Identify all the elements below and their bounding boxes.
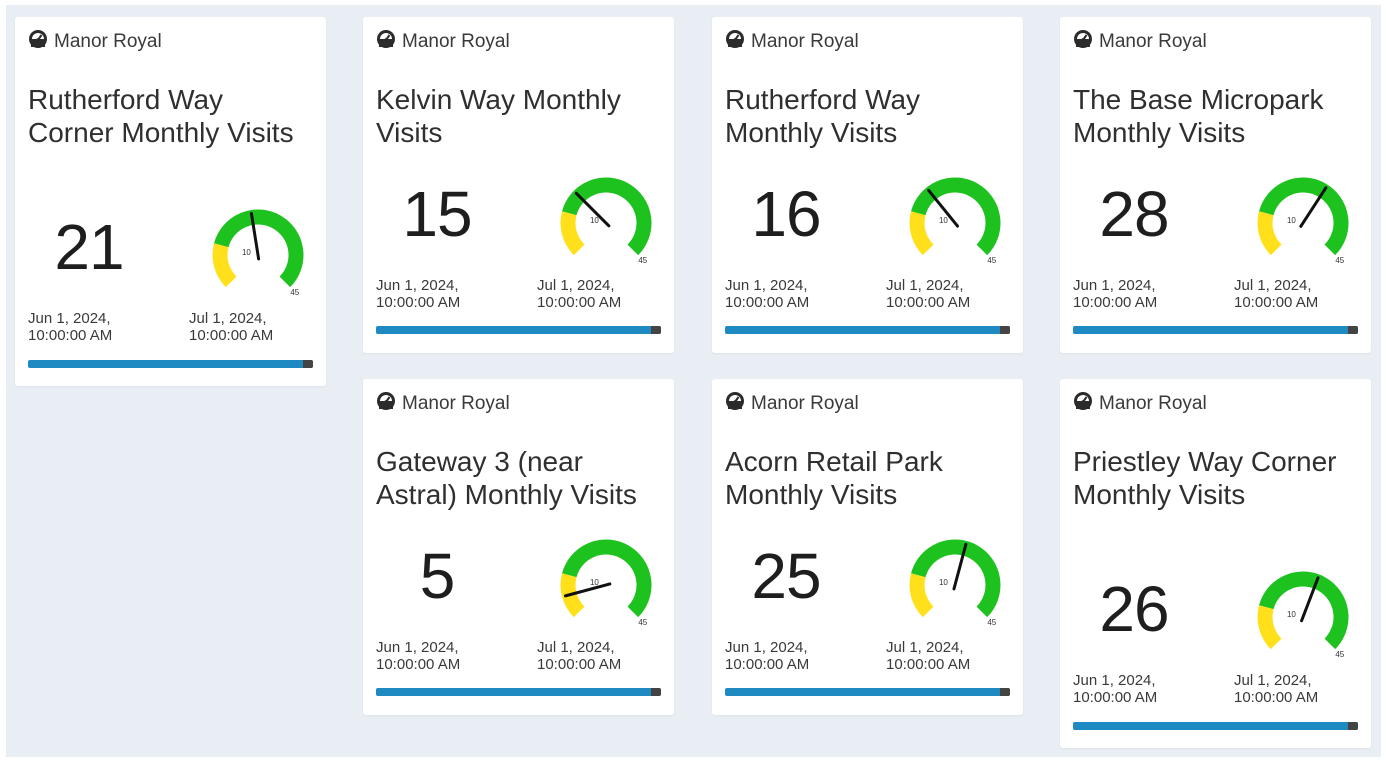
dashboard-canvas: Manor Royal Rutherford Way Corner Monthl… bbox=[6, 5, 1381, 757]
timeline-bar bbox=[725, 688, 1010, 696]
gauge-low-label: 10 bbox=[1287, 216, 1296, 225]
gauge-yellow-band bbox=[909, 211, 934, 256]
date-end: Jul 1, 2024, 10:00:00 AM bbox=[886, 277, 971, 311]
date-end: Jul 1, 2024, 10:00:00 AM bbox=[1234, 277, 1319, 311]
card-header: Manor Royal bbox=[28, 30, 162, 54]
card-title: Priestley Way Corner Monthly Visits bbox=[1073, 446, 1337, 510]
metric-value: 21 bbox=[54, 211, 124, 283]
gauge: 10 45 bbox=[528, 517, 678, 637]
site-label: Manor Royal bbox=[751, 393, 859, 414]
site-label: Manor Royal bbox=[1099, 393, 1207, 414]
timeline-bar bbox=[376, 688, 661, 696]
date-start: Jun 1, 2024, 10:00:00 AM bbox=[1073, 277, 1158, 311]
date-end: Jul 1, 2024, 10:00:00 AM bbox=[886, 639, 971, 673]
speedometer-icon bbox=[376, 391, 396, 417]
metric-value: 15 bbox=[402, 178, 472, 250]
gauge-max-label: 45 bbox=[638, 618, 647, 627]
card-header: Manor Royal bbox=[376, 30, 510, 54]
card-header: Manor Royal bbox=[376, 392, 510, 416]
gauge: 10 45 bbox=[877, 517, 1027, 637]
metric-card[interactable]: Manor Royal Kelvin Way Monthly Visits 15… bbox=[363, 17, 674, 353]
gauge-low-label: 10 bbox=[1287, 610, 1296, 619]
date-start: Jun 1, 2024, 10:00:00 AM bbox=[376, 639, 461, 673]
timeline-bar bbox=[1073, 722, 1358, 730]
card-title: Rutherford Way Corner Monthly Visits bbox=[28, 84, 294, 148]
speedometer-icon bbox=[28, 29, 48, 55]
gauge: 10 45 bbox=[877, 155, 1027, 275]
timeline-bar bbox=[376, 326, 661, 334]
date-end: Jul 1, 2024, 10:00:00 AM bbox=[1234, 672, 1319, 706]
date-start: Jun 1, 2024, 10:00:00 AM bbox=[725, 277, 810, 311]
gauge-low-label: 10 bbox=[939, 216, 948, 225]
card-title: Gateway 3 (near Astral) Monthly Visits bbox=[376, 446, 637, 510]
gauge: 10 45 bbox=[1225, 155, 1375, 275]
card-header: Manor Royal bbox=[1073, 30, 1207, 54]
site-label: Manor Royal bbox=[402, 393, 510, 414]
card-title: Acorn Retail Park Monthly Visits bbox=[725, 446, 943, 510]
metric-card[interactable]: Manor Royal Gateway 3 (near Astral) Mont… bbox=[363, 379, 674, 715]
date-start: Jun 1, 2024, 10:00:00 AM bbox=[28, 310, 113, 344]
speedometer-icon bbox=[1073, 391, 1093, 417]
gauge-yellow-band bbox=[212, 243, 237, 288]
gauge-max-label: 45 bbox=[1335, 650, 1344, 659]
metric-value: 26 bbox=[1099, 573, 1169, 645]
gauge-max-label: 45 bbox=[638, 256, 647, 265]
gauge-yellow-band bbox=[1257, 211, 1282, 256]
site-label: Manor Royal bbox=[1099, 31, 1207, 52]
gauge-yellow-band bbox=[560, 211, 585, 256]
timeline-bar bbox=[28, 360, 313, 368]
gauge-low-label: 10 bbox=[242, 248, 251, 257]
gauge-max-label: 45 bbox=[1335, 256, 1344, 265]
metric-card[interactable]: Manor Royal Rutherford Way Corner Monthl… bbox=[15, 17, 326, 386]
site-label: Manor Royal bbox=[54, 31, 162, 52]
site-label: Manor Royal bbox=[402, 31, 510, 52]
speedometer-icon bbox=[725, 391, 745, 417]
date-end: Jul 1, 2024, 10:00:00 AM bbox=[537, 639, 622, 673]
metric-value: 16 bbox=[751, 178, 821, 250]
card-header: Manor Royal bbox=[725, 30, 859, 54]
gauge-max-label: 45 bbox=[290, 288, 299, 297]
metric-card[interactable]: Manor Royal Priestley Way Corner Monthly… bbox=[1060, 379, 1371, 748]
gauge: 10 45 bbox=[1225, 549, 1375, 669]
site-label: Manor Royal bbox=[751, 31, 859, 52]
gauge-low-label: 10 bbox=[590, 216, 599, 225]
date-end: Jul 1, 2024, 10:00:00 AM bbox=[189, 310, 274, 344]
speedometer-icon bbox=[725, 29, 745, 55]
timeline-bar bbox=[725, 326, 1010, 334]
gauge-low-label: 10 bbox=[939, 578, 948, 587]
metric-card[interactable]: Manor Royal Acorn Retail Park Monthly Vi… bbox=[712, 379, 1023, 715]
speedometer-icon bbox=[376, 29, 396, 55]
gauge-yellow-band bbox=[1257, 605, 1282, 650]
gauge-max-label: 45 bbox=[987, 618, 996, 627]
gauge-low-label: 10 bbox=[590, 578, 599, 587]
metric-value: 28 bbox=[1099, 178, 1169, 250]
metric-card[interactable]: Manor Royal The Base Micropark Monthly V… bbox=[1060, 17, 1371, 353]
card-title: Rutherford Way Monthly Visits bbox=[725, 84, 921, 148]
card-title: Kelvin Way Monthly Visits bbox=[376, 84, 621, 148]
gauge: 10 45 bbox=[180, 187, 330, 307]
card-header: Manor Royal bbox=[1073, 392, 1207, 416]
date-start: Jun 1, 2024, 10:00:00 AM bbox=[376, 277, 461, 311]
metric-value: 5 bbox=[419, 540, 456, 612]
timeline-bar bbox=[1073, 326, 1358, 334]
date-start: Jun 1, 2024, 10:00:00 AM bbox=[725, 639, 810, 673]
card-header: Manor Royal bbox=[725, 392, 859, 416]
metric-value: 25 bbox=[751, 540, 821, 612]
date-start: Jun 1, 2024, 10:00:00 AM bbox=[1073, 672, 1158, 706]
gauge-yellow-band bbox=[909, 573, 934, 618]
card-title: The Base Micropark Monthly Visits bbox=[1073, 84, 1324, 148]
gauge: 10 45 bbox=[528, 155, 678, 275]
gauge-max-label: 45 bbox=[987, 256, 996, 265]
date-end: Jul 1, 2024, 10:00:00 AM bbox=[537, 277, 622, 311]
metric-card[interactable]: Manor Royal Rutherford Way Monthly Visit… bbox=[712, 17, 1023, 353]
speedometer-icon bbox=[1073, 29, 1093, 55]
